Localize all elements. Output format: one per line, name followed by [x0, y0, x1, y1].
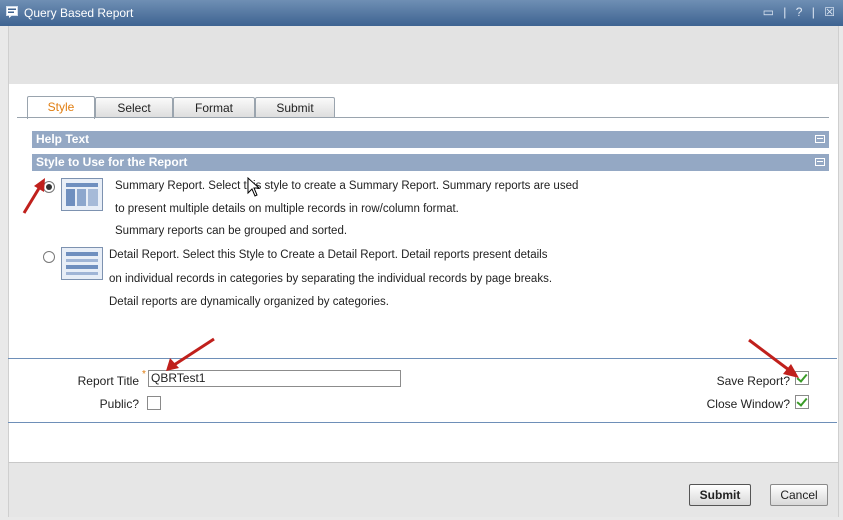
- separator: |: [783, 5, 787, 19]
- style-section-bar[interactable]: Style to Use for the Report: [32, 154, 829, 171]
- detail-report-icon[interactable]: [61, 247, 103, 280]
- public-label: Public?: [99, 397, 139, 411]
- help-icon[interactable]: ?: [796, 5, 803, 19]
- required-marker: *: [142, 369, 146, 380]
- report-title-label: Report Title: [77, 374, 139, 388]
- tab-underline: [17, 117, 829, 118]
- window-controls: ▭ | ? | ☒: [757, 5, 835, 19]
- detail-description-line: Detail Report. Select this Style to Crea…: [109, 249, 548, 261]
- maximize-icon[interactable]: ▭: [763, 5, 774, 19]
- collapse-icon[interactable]: [815, 158, 825, 166]
- summary-description-line: Summary Report. Select this style to cre…: [115, 180, 579, 192]
- annotation-arrow-icon: [748, 338, 799, 378]
- app-icon: [6, 6, 18, 18]
- separator: |: [811, 5, 815, 19]
- detail-report-radio[interactable]: [43, 251, 55, 263]
- window-titlebar: Query Based Report ▭ | ? | ☒: [0, 0, 843, 26]
- submit-button[interactable]: Submit: [689, 484, 751, 506]
- summary-report-icon[interactable]: [61, 178, 103, 211]
- detail-description-line: Detail reports are dynamically organized…: [109, 296, 389, 308]
- annotation-arrow-icon: [166, 337, 215, 371]
- help-text-label: Help Text: [36, 132, 90, 146]
- collapse-icon[interactable]: [815, 135, 825, 143]
- summary-description-line: to present multiple details on multiple …: [115, 203, 459, 215]
- mouse-cursor-icon: [247, 177, 261, 197]
- cancel-button[interactable]: Cancel: [770, 484, 828, 506]
- summary-description-line: Summary reports can be grouped and sorte…: [115, 225, 348, 237]
- annotation-arrow-icon: [22, 178, 45, 214]
- tab-submit[interactable]: Submit: [255, 97, 335, 118]
- public-checkbox[interactable]: [147, 396, 161, 410]
- toolbar-area: [8, 26, 839, 84]
- tab-select[interactable]: Select: [95, 97, 173, 118]
- help-text-bar[interactable]: Help Text: [32, 131, 829, 148]
- tab-format[interactable]: Format: [173, 97, 255, 118]
- style-section-label: Style to Use for the Report: [36, 155, 188, 169]
- section-divider: [8, 358, 837, 359]
- detail-description-line: on individual records in categories by s…: [109, 273, 553, 285]
- section-divider: [8, 422, 837, 423]
- window-title: Query Based Report: [24, 6, 134, 20]
- tab-style[interactable]: Style: [27, 96, 95, 119]
- close-icon[interactable]: ☒: [824, 5, 835, 19]
- close-window-checkbox[interactable]: [795, 395, 809, 409]
- close-window-label: Close Window?: [706, 397, 790, 411]
